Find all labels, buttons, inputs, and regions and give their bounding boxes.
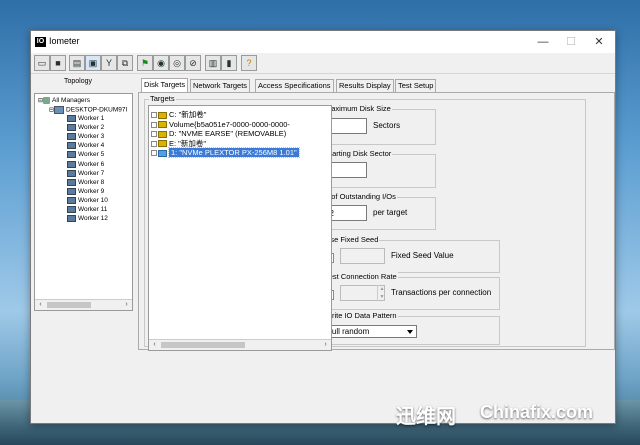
worker-icon	[67, 169, 76, 177]
stop-all-icon[interactable]: ◎	[169, 55, 185, 71]
io-pattern-select[interactable]: Full random	[323, 325, 417, 338]
disk-icon	[158, 140, 167, 148]
tree-worker[interactable]: Worker 12	[67, 215, 108, 223]
sectors-label: Sectors	[373, 121, 401, 130]
tab-disk-targets[interactable]: Disk Targets	[141, 78, 189, 92]
open-icon[interactable]: ▭	[34, 55, 50, 71]
disk-icon	[158, 111, 167, 119]
topology-label: Topology	[64, 78, 93, 85]
tree-worker[interactable]: Worker 10	[67, 196, 108, 205]
io-pattern-group: Write IO Data Pattern Full random	[319, 311, 500, 345]
iometer-window: IO Iometer — ☐ ✕ ▭ ■ ▤ ▣ Y ⧉ ⚑ ◉ ◎ ⊘ ▥ ▮…	[30, 30, 616, 424]
max-disk-size-group: Maximum Disk Size 0 Sectors	[319, 104, 436, 145]
disk-icon	[158, 149, 167, 157]
transactions-spinner[interactable]: ▲ ▼	[377, 285, 386, 301]
exit-icon[interactable]: ▥	[205, 55, 221, 71]
topology-scrollbar[interactable]: ‹ ›	[35, 299, 132, 310]
scroll-thumb[interactable]	[161, 342, 245, 348]
computer-icon	[54, 106, 65, 114]
stop-icon[interactable]: ◉	[153, 55, 169, 71]
help-icon[interactable]: ?	[241, 55, 257, 71]
close-button[interactable]: ✕	[587, 34, 611, 50]
copy-worker-icon[interactable]: ⧉	[117, 55, 133, 71]
targets-scrollbar[interactable]: ‹ ›	[149, 339, 331, 350]
reset-icon[interactable]: ⊘	[185, 55, 201, 71]
fixed-seed-label: Fixed Seed Value	[391, 251, 454, 260]
topology-tree[interactable]: ⊟ All Managers ⊟ DESKTOP-DKUM97I Worker 1W…	[34, 93, 133, 311]
toolbar: ▭ ■ ▤ ▣ Y ⧉ ⚑ ◉ ◎ ⊘ ▥ ▮ ?	[31, 53, 615, 74]
tab-test-setup[interactable]: Test Setup	[395, 79, 437, 92]
worker-icon	[67, 160, 76, 168]
tree-worker[interactable]: Worker 9	[67, 187, 104, 196]
target-checkbox[interactable]	[151, 112, 157, 119]
target-item[interactable]: E: "新加卷"	[151, 139, 206, 148]
maximize-button[interactable]: ☐	[559, 34, 583, 50]
worker-icon	[67, 124, 76, 132]
test-connection-group: Test Connection Rate ▲ ▼ Transactions per…	[319, 272, 500, 310]
worker-icon	[67, 151, 76, 159]
tab-results-display[interactable]: Results Display	[336, 79, 394, 92]
window-title: Iometer	[49, 36, 80, 46]
outstanding-ios-group: # of Outstanding I/Os 32 per target	[319, 192, 436, 230]
watermark-en: Chinafix.com	[480, 402, 594, 422]
starting-sector-group: Starting Disk Sector 0	[319, 149, 436, 188]
new-worker-icon[interactable]: Y	[101, 55, 117, 71]
tree-worker[interactable]: Worker 2	[67, 124, 104, 132]
tree-worker[interactable]: Worker 11	[67, 206, 107, 214]
target-checkbox[interactable]	[151, 121, 157, 128]
display-icon[interactable]: ▤	[69, 55, 85, 71]
worker-icon	[67, 215, 76, 223]
scroll-thumb[interactable]	[47, 302, 91, 308]
scroll-left-icon[interactable]: ‹	[36, 300, 45, 310]
tree-worker[interactable]: Worker 6	[67, 160, 104, 169]
worker-icon	[67, 178, 76, 186]
tree-worker[interactable]: Worker 1	[67, 115, 104, 123]
disk-icon	[158, 121, 167, 129]
tree-worker[interactable]: Worker 5	[67, 151, 104, 159]
scroll-left-icon[interactable]: ‹	[150, 340, 159, 350]
new-manager-icon[interactable]: ▣	[85, 55, 101, 71]
tree-worker[interactable]: Worker 4	[67, 142, 104, 150]
targets-legend: Targets	[149, 94, 176, 103]
worker-icon	[67, 196, 76, 204]
worker-icon	[67, 133, 76, 141]
managers-icon	[43, 97, 51, 104]
worker-icon	[67, 115, 76, 122]
fixed-seed-input[interactable]	[340, 248, 385, 264]
start-icon[interactable]: ⚑	[137, 55, 153, 71]
target-checkbox[interactable]	[151, 131, 157, 138]
watermark-cn: 迅维网	[396, 406, 456, 428]
targets-list[interactable]: C: "新加卷" Volume{b5a051e7-0000-0000-0000- D…	[148, 105, 332, 351]
tree-worker[interactable]: Worker 8	[67, 178, 104, 187]
title-bar[interactable]: IO Iometer — ☐ ✕	[31, 31, 615, 53]
target-item[interactable]: D: "NVME EARSE" (REMOVABLE)	[151, 129, 286, 138]
worker-icon	[67, 206, 76, 213]
disk-icon	[158, 130, 167, 138]
manager-icon[interactable]: ▮	[221, 55, 237, 71]
per-target-label: per target	[373, 208, 408, 217]
scroll-right-icon[interactable]: ›	[122, 300, 131, 310]
tab-access-specifications[interactable]: Access Specifications	[255, 79, 334, 92]
scroll-right-icon[interactable]: ›	[321, 340, 330, 350]
target-item[interactable]: 1: "NVMe PLEXTOR PX-256M8 1.01"	[151, 147, 300, 159]
chevron-down-icon[interactable]	[407, 330, 413, 334]
transactions-label: Transactions per connection	[391, 288, 492, 297]
minimize-button[interactable]: —	[531, 34, 555, 50]
worker-icon	[67, 142, 76, 150]
tab-network-targets[interactable]: Network Targets	[190, 79, 251, 92]
save-icon[interactable]: ■	[50, 55, 66, 71]
tree-worker[interactable]: Worker 3	[67, 133, 104, 141]
tree-worker[interactable]: Worker 7	[67, 169, 104, 178]
target-item[interactable]: C: "新加卷"	[151, 110, 206, 119]
fixed-seed-group: Use Fixed Seed Fixed Seed Value	[319, 235, 500, 273]
tree-root[interactable]: ⊟ All Managers	[38, 97, 90, 105]
worker-icon	[67, 187, 76, 195]
target-checkbox[interactable]	[151, 150, 157, 157]
target-item[interactable]: Volume{b5a051e7-0000-0000-0000-	[151, 120, 290, 129]
iometer-logo-icon: IO	[35, 37, 46, 47]
tree-manager[interactable]: ⊟ DESKTOP-DKUM97I	[49, 106, 127, 115]
target-checkbox[interactable]	[151, 140, 157, 147]
